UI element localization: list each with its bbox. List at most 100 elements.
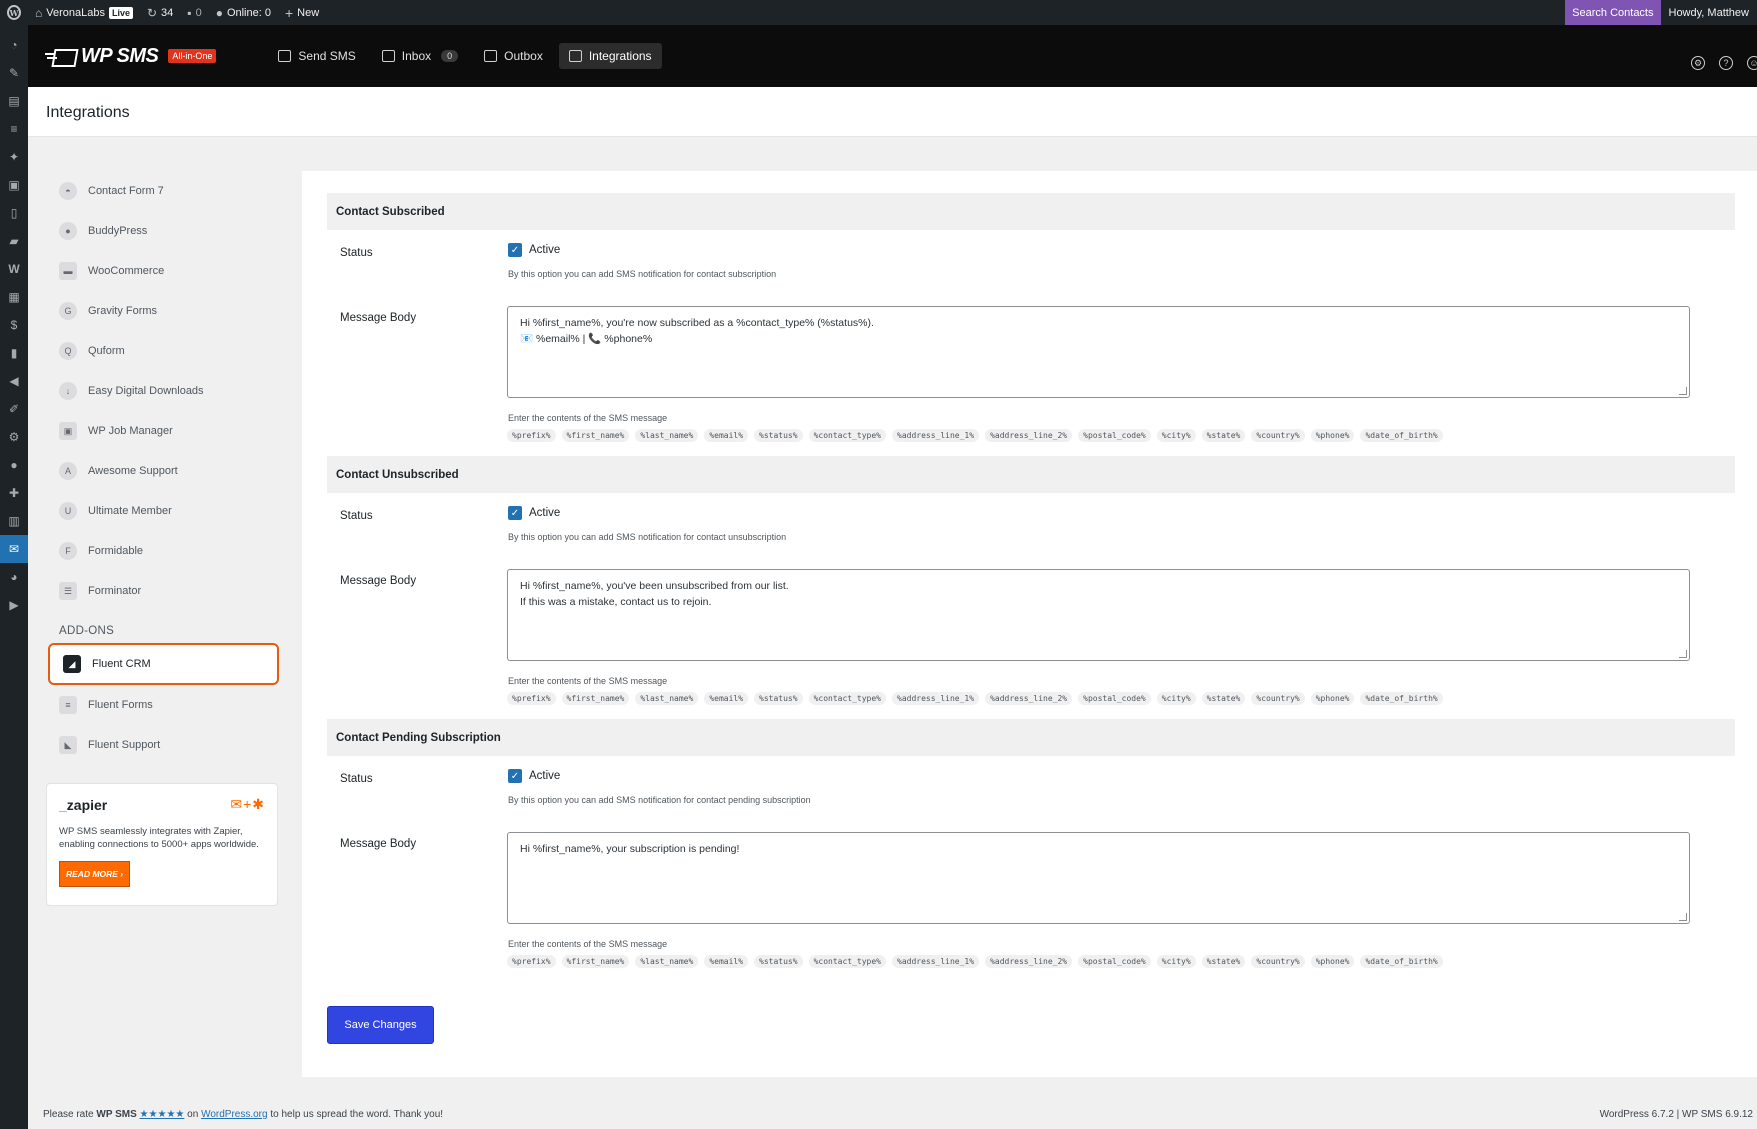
tag[interactable]: %state%	[1201, 692, 1246, 705]
tag[interactable]: %phone%	[1310, 429, 1355, 442]
tag[interactable]: %country%	[1251, 429, 1305, 442]
analytics-icon[interactable]: ▮	[0, 339, 28, 367]
extra-menu-icon[interactable]: ◕	[0, 563, 28, 591]
tag[interactable]: %email%	[704, 429, 749, 442]
tag[interactable]: %address_line_1%	[892, 955, 980, 968]
nav-inbox[interactable]: Inbox 0	[372, 43, 468, 69]
users-icon[interactable]: ●	[0, 451, 28, 479]
tag[interactable]: %address_line_1%	[892, 692, 980, 705]
message-body-textarea[interactable]: Hi %first_name%, your subscription is pe…	[507, 832, 1690, 924]
tag[interactable]: %country%	[1251, 955, 1305, 968]
tag[interactable]: %first_name%	[561, 692, 630, 705]
sidenav-item-contact-form-7[interactable]: ◓ Contact Form 7	[46, 171, 281, 211]
status-active-checkbox[interactable]: ✓ Active	[508, 506, 560, 520]
tag[interactable]: %postal_code%	[1078, 692, 1151, 705]
appearance-icon[interactable]: ✐	[0, 395, 28, 423]
tag[interactable]: %status%	[754, 429, 803, 442]
tag[interactable]: %last_name%	[635, 429, 699, 442]
sidenav-item-fluent-support[interactable]: ◣ Fluent Support	[46, 725, 281, 765]
tag[interactable]: %date_of_birth%	[1360, 955, 1443, 968]
pages-icon[interactable]: ▯	[0, 199, 28, 227]
comments-link[interactable]: ▪ 0	[180, 0, 208, 25]
sidenav-item-woocommerce[interactable]: ▬ WooCommerce	[46, 251, 281, 291]
sidenav-item-buddypress[interactable]: ● BuddyPress	[46, 211, 281, 251]
message-body-textarea[interactable]: Hi %first_name%, you've been unsubscribe…	[507, 569, 1690, 661]
sidenav-item-edd[interactable]: ↓ Easy Digital Downloads	[46, 371, 281, 411]
wp-sms-logo[interactable]: WP SMS All-in-One	[45, 45, 217, 68]
sidenav-item-quform[interactable]: Q Quform	[46, 331, 281, 371]
plugins-icon[interactable]: ⚙	[0, 423, 28, 451]
pin-icon[interactable]: ✦	[0, 143, 28, 171]
tag[interactable]: %address_line_2%	[985, 955, 1073, 968]
nav-send-sms[interactable]: Send SMS	[268, 43, 365, 69]
wordpress-org-link[interactable]: WordPress.org	[201, 1109, 268, 1120]
tag[interactable]: %postal_code%	[1078, 429, 1151, 442]
tools-icon[interactable]: ✚	[0, 479, 28, 507]
tag[interactable]: %postal_code%	[1078, 955, 1151, 968]
tag[interactable]: %date_of_birth%	[1360, 692, 1443, 705]
tag[interactable]: %contact_type%	[808, 429, 886, 442]
dashboard-icon[interactable]: ◔	[0, 31, 28, 59]
feedback-smile-icon[interactable]: ☺	[1747, 56, 1757, 70]
search-contacts-button[interactable]: Search Contacts	[1565, 0, 1661, 25]
sidenav-item-wp-job-manager[interactable]: ▣ WP Job Manager	[46, 411, 281, 451]
sidenav-item-awesome-support[interactable]: A Awesome Support	[46, 451, 281, 491]
tag[interactable]: %address_line_1%	[892, 429, 980, 442]
online-link[interactable]: ● Online: 0	[209, 0, 278, 25]
tag[interactable]: %last_name%	[635, 692, 699, 705]
tag[interactable]: %first_name%	[561, 429, 630, 442]
tag[interactable]: %prefix%	[507, 955, 556, 968]
tag[interactable]: %date_of_birth%	[1360, 429, 1443, 442]
tag[interactable]: %city%	[1156, 955, 1196, 968]
tag[interactable]: %city%	[1156, 692, 1196, 705]
tag[interactable]: %contact_type%	[808, 955, 886, 968]
updates-link[interactable]: ↻ 34	[140, 0, 180, 25]
tag[interactable]: %email%	[704, 955, 749, 968]
howdy-user[interactable]: Howdy, Matthew	[1661, 7, 1757, 19]
message-body-textarea[interactable]: Hi %first_name%, you're now subscribed a…	[507, 306, 1690, 398]
settings-menu-icon[interactable]: ▥	[0, 507, 28, 535]
new-link[interactable]: + New	[278, 0, 326, 25]
status-active-checkbox[interactable]: ✓ Active	[508, 769, 560, 783]
wp-sms-menu-icon[interactable]: ✉	[0, 535, 28, 563]
tag[interactable]: %country%	[1251, 692, 1305, 705]
sidenav-item-formidable[interactable]: F Formidable	[46, 531, 281, 571]
site-name-link[interactable]: ⌂ VeronaLabs Live	[28, 0, 140, 25]
tag[interactable]: %status%	[754, 692, 803, 705]
comments-menu-icon[interactable]: ▰	[0, 227, 28, 255]
status-active-checkbox[interactable]: ✓ Active	[508, 243, 560, 257]
elementor-icon[interactable]: ≡	[0, 115, 28, 143]
sidenav-item-ultimate-member[interactable]: U Ultimate Member	[46, 491, 281, 531]
sidenav-item-forminator[interactable]: ☰ Forminator	[46, 571, 281, 611]
tag[interactable]: %state%	[1201, 955, 1246, 968]
sidenav-item-fluent-crm[interactable]: ◢ Fluent CRM	[48, 643, 279, 685]
tag[interactable]: %phone%	[1310, 955, 1355, 968]
tag[interactable]: %prefix%	[507, 692, 556, 705]
nav-outbox[interactable]: Outbox	[474, 43, 553, 69]
posts-icon[interactable]: ✎	[0, 59, 28, 87]
payments-icon[interactable]: $	[0, 311, 28, 339]
collapse-menu-icon[interactable]: ▶	[0, 591, 28, 619]
save-changes-button[interactable]: Save Changes	[327, 1006, 434, 1044]
tag[interactable]: %contact_type%	[808, 692, 886, 705]
tag[interactable]: %prefix%	[507, 429, 556, 442]
tag[interactable]: %email%	[704, 692, 749, 705]
tag[interactable]: %city%	[1156, 429, 1196, 442]
marketing-icon[interactable]: ◀	[0, 367, 28, 395]
tag[interactable]: %address_line_2%	[985, 429, 1073, 442]
help-icon[interactable]: ?	[1719, 56, 1733, 70]
read-more-button[interactable]: READ MORE ›	[59, 861, 131, 887]
tag[interactable]: %state%	[1201, 429, 1246, 442]
woocommerce-menu-icon[interactable]: W	[0, 255, 28, 283]
tag[interactable]: %last_name%	[635, 955, 699, 968]
tag[interactable]: %address_line_2%	[985, 692, 1073, 705]
rating-stars-link[interactable]: ★★★★★	[140, 1109, 185, 1120]
tag[interactable]: %status%	[754, 955, 803, 968]
tag[interactable]: %first_name%	[561, 955, 630, 968]
nav-integrations[interactable]: Integrations	[558, 43, 662, 69]
sidenav-item-fluent-forms[interactable]: ≡ Fluent Forms	[46, 685, 281, 725]
products-icon[interactable]: ▦	[0, 283, 28, 311]
feedback-icon[interactable]: ▤	[0, 87, 28, 115]
media-icon[interactable]: ▣	[0, 171, 28, 199]
settings-gear-icon[interactable]: ⚙	[1691, 56, 1705, 70]
